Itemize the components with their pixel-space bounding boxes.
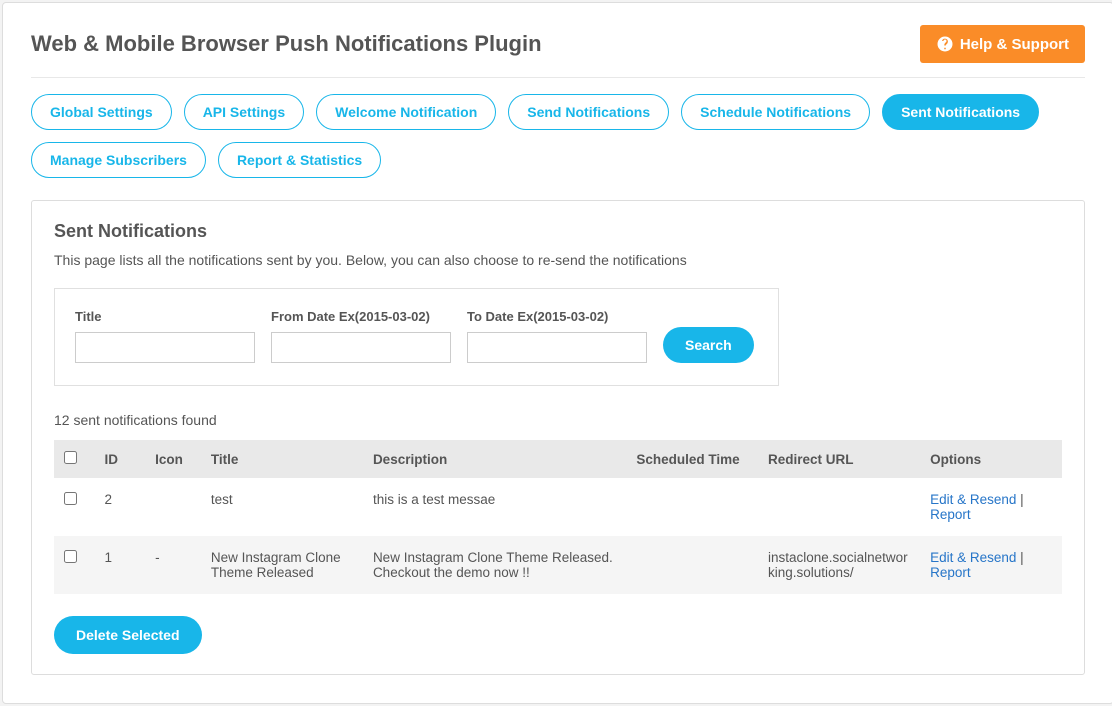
- filter-from-label: From Date Ex(2015-03-02): [271, 309, 451, 324]
- row-checkbox[interactable]: [64, 492, 77, 505]
- header-row: Web & Mobile Browser Push Notifications …: [31, 25, 1085, 63]
- filter-to-field: To Date Ex(2015-03-02): [467, 309, 647, 363]
- row-icon: -: [145, 536, 201, 594]
- table-body: 2 testthis is a test messae Edit & Resend …: [54, 478, 1062, 594]
- panel-description: This page lists all the notifications se…: [54, 252, 1062, 268]
- edit-resend-link[interactable]: Edit & Resend: [930, 492, 1016, 507]
- divider: [31, 77, 1085, 78]
- table-row: 1-New Instagram Clone Theme ReleasedNew …: [54, 536, 1062, 594]
- row-title: test: [201, 478, 363, 536]
- col-icon: Icon: [145, 440, 201, 478]
- tab-manage-subscribers[interactable]: Manage Subscribers: [31, 142, 206, 178]
- tab-global-settings[interactable]: Global Settings: [31, 94, 172, 130]
- row-options: Edit & Resend | Report: [920, 536, 1062, 594]
- help-button-label: Help & Support: [960, 36, 1069, 53]
- admin-card: Web & Mobile Browser Push Notifications …: [2, 2, 1112, 704]
- tab-welcome-notification[interactable]: Welcome Notification: [316, 94, 496, 130]
- filter-to-label: To Date Ex(2015-03-02): [467, 309, 647, 324]
- row-description: New Instagram Clone Theme Released. Chec…: [363, 536, 626, 594]
- row-redirect: [758, 478, 920, 536]
- filter-to-input[interactable]: [467, 332, 647, 363]
- page-title: Web & Mobile Browser Push Notifications …: [31, 31, 542, 57]
- help-support-button[interactable]: Help & Support: [920, 25, 1085, 63]
- report-link[interactable]: Report: [930, 507, 971, 522]
- help-icon: [936, 35, 954, 53]
- row-id: 1: [95, 536, 146, 594]
- table-row: 2 testthis is a test messae Edit & Resend …: [54, 478, 1062, 536]
- tab-send-notifications[interactable]: Send Notifications: [508, 94, 669, 130]
- delete-selected-button[interactable]: Delete Selected: [54, 616, 202, 654]
- col-url: Redirect URL: [758, 440, 920, 478]
- row-icon: [145, 478, 201, 536]
- row-id: 2: [95, 478, 146, 536]
- col-sched: Scheduled Time: [626, 440, 758, 478]
- report-link[interactable]: Report: [930, 565, 971, 580]
- select-all-checkbox[interactable]: [64, 451, 77, 464]
- tab-schedule-notifications[interactable]: Schedule Notifications: [681, 94, 870, 130]
- row-title: New Instagram Clone Theme Released: [201, 536, 363, 594]
- content-panel: Sent Notifications This page lists all t…: [31, 200, 1085, 675]
- table-header: ID Icon Title Description Scheduled Time…: [54, 440, 1062, 478]
- tab-report-statistics[interactable]: Report & Statistics: [218, 142, 381, 178]
- col-title: Title: [201, 440, 363, 478]
- edit-resend-link[interactable]: Edit & Resend: [930, 550, 1016, 565]
- row-description: this is a test messae: [363, 478, 626, 536]
- results-count: 12 sent notifications found: [54, 412, 1062, 428]
- row-options: Edit & Resend | Report: [920, 478, 1062, 536]
- tab-api-settings[interactable]: API Settings: [184, 94, 304, 130]
- filter-title-label: Title: [75, 309, 255, 324]
- search-filter-box: Title From Date Ex(2015-03-02) To Date E…: [54, 288, 779, 386]
- filter-from-field: From Date Ex(2015-03-02): [271, 309, 451, 363]
- col-desc: Description: [363, 440, 626, 478]
- search-button[interactable]: Search: [663, 327, 754, 363]
- row-redirect: instaclone.socialnetworking.solutions/: [758, 536, 920, 594]
- col-id: ID: [95, 440, 146, 478]
- row-scheduled: [626, 536, 758, 594]
- filter-from-input[interactable]: [271, 332, 451, 363]
- row-checkbox[interactable]: [64, 550, 77, 563]
- tab-sent-notifications[interactable]: Sent Notifications: [882, 94, 1039, 130]
- notifications-table: ID Icon Title Description Scheduled Time…: [54, 440, 1062, 594]
- panel-title: Sent Notifications: [54, 221, 1062, 242]
- filter-title-field: Title: [75, 309, 255, 363]
- filter-title-input[interactable]: [75, 332, 255, 363]
- row-scheduled: [626, 478, 758, 536]
- tab-bar: Global Settings API Settings Welcome Notif…: [31, 94, 1085, 178]
- col-opts: Options: [920, 440, 1062, 478]
